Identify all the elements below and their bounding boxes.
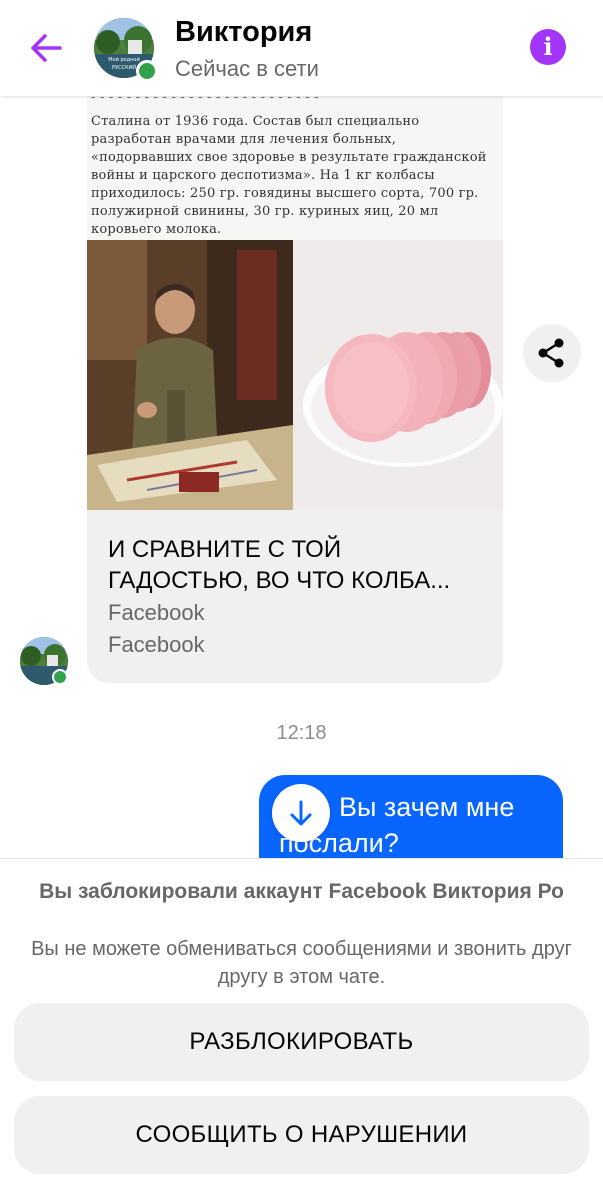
- post-source: Facebook: [108, 600, 205, 625]
- sausage-image: [293, 240, 503, 510]
- chat-header: Мой родной РУССКИЙ Виктория Сейчас в сет…: [0, 0, 603, 96]
- back-button[interactable]: [26, 28, 66, 68]
- painting-image: [87, 240, 293, 510]
- share-icon: [538, 338, 564, 368]
- scan-line: коровьего молока.: [91, 222, 222, 237]
- report-button[interactable]: СООБЩИТЬ О НАРУШЕНИИ: [14, 1096, 589, 1174]
- blocked-description: Вы не можете обмениваться сообщениями и …: [31, 938, 572, 988]
- info-icon: i: [543, 32, 553, 61]
- unblock-button[interactable]: РАЗБЛОКИРОВАТЬ: [14, 1003, 589, 1081]
- scan-line: «подорвавших свое здоровье в результате …: [91, 150, 487, 165]
- shared-post-card[interactable]: ‐ ‐ ‐ ‐ ‐ ‐ ‐ ‐ ‐ ‐ ‐ ‐ ‐ ‐ ‐ ‐ ‐ ‐ ‐ ‐ …: [87, 96, 503, 683]
- online-indicator: [52, 669, 68, 685]
- scroll-down-button[interactable]: [272, 784, 330, 842]
- post-title-line: И СРАВНИТЕ С ТОЙ: [108, 536, 342, 563]
- avatar-caption-2: РУССКИЙ: [112, 64, 136, 71]
- post-text-scan: ‐ ‐ ‐ ‐ ‐ ‐ ‐ ‐ ‐ ‐ ‐ ‐ ‐ ‐ ‐ ‐ ‐ ‐ ‐ ‐ …: [87, 96, 503, 240]
- post-subsource: Facebook: [108, 632, 205, 657]
- blocked-title: Вы заблокировали аккаунт Facebook Виктор…: [39, 880, 564, 903]
- post-title-line: ГАДОСТЬЮ, ВО ЧТО КОЛБА...: [108, 567, 451, 594]
- scan-cut-line: ‐ ‐ ‐ ‐ ‐ ‐ ‐ ‐ ‐ ‐ ‐ ‐ ‐ ‐ ‐ ‐ ‐ ‐ ‐ ‐ …: [91, 96, 319, 105]
- blocked-panel: Вы заблокировали аккаунт Facebook Виктор…: [0, 858, 603, 1201]
- scan-line: приходилось: 250 гр. говядины высшего со…: [91, 186, 479, 201]
- contact-name[interactable]: Виктория: [175, 16, 312, 49]
- arrow-left-icon: [31, 34, 62, 62]
- post-title: И СРАВНИТЕ С ТОЙ ГАДОСТЬЮ, ВО ЧТО КОЛБА.…: [108, 534, 488, 596]
- scan-line: разработан врачами для лечения больных,: [91, 132, 397, 147]
- scan-line: войны и царского деспотизма». На 1 кг ко…: [91, 168, 435, 183]
- scan-line: Сталина от 1936 года. Состав был специал…: [91, 114, 420, 129]
- message-timestamp: 12:18: [276, 722, 327, 744]
- contact-status: Сейчас в сети: [175, 56, 319, 81]
- share-button[interactable]: [523, 324, 581, 382]
- post-images: [87, 240, 503, 510]
- info-button[interactable]: i: [530, 29, 566, 65]
- avatar-caption-1: Мой родной: [108, 56, 139, 63]
- scan-line: полужирной свинины, 30 гр. куриных яиц, …: [91, 204, 439, 219]
- post-preview-text: И СРАВНИТЕ С ТОЙ ГАДОСТЬЮ, ВО ЧТО КОЛБА.…: [87, 510, 503, 683]
- online-indicator: [136, 60, 158, 82]
- arrow-down-icon: [290, 800, 312, 826]
